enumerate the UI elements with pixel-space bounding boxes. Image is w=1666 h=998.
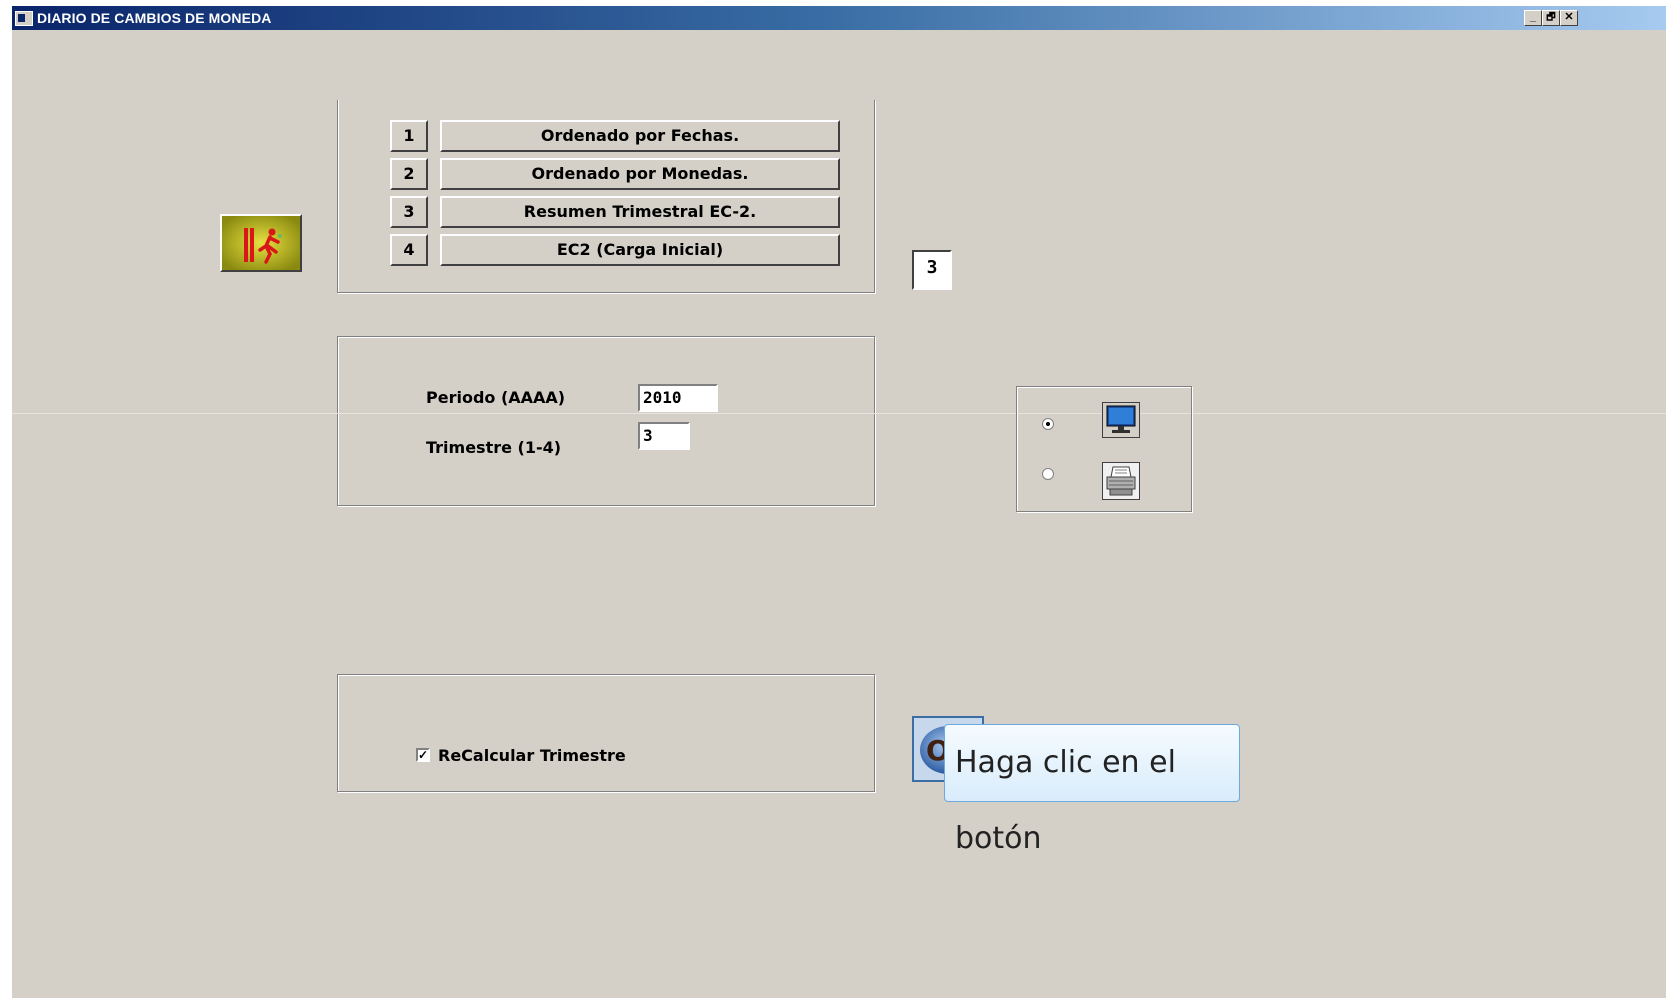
exit-button[interactable] bbox=[220, 214, 302, 272]
exit-door-icon bbox=[222, 216, 300, 270]
divider-line bbox=[12, 413, 1666, 414]
app-icon[interactable] bbox=[15, 11, 33, 26]
report-3-number-button[interactable]: 3 bbox=[390, 196, 428, 228]
trimestre-input[interactable]: 3 bbox=[638, 422, 690, 450]
main-window: DIARIO DE CAMBIOS DE MONEDA _ 🗗 ✕ 1 Orde… bbox=[12, 6, 1666, 998]
periodo-input[interactable]: 2010 bbox=[638, 384, 718, 412]
printer-icon bbox=[1102, 462, 1140, 500]
title-bar[interactable]: DIARIO DE CAMBIOS DE MONEDA _ 🗗 ✕ bbox=[12, 6, 1666, 30]
output-printer-radio[interactable] bbox=[1042, 468, 1054, 480]
periodo-label: Periodo (AAAA) bbox=[426, 388, 566, 407]
recalc-label: ReCalcular Trimestre bbox=[438, 746, 626, 765]
restore-button[interactable]: 🗗 bbox=[1542, 10, 1560, 26]
report-by-dates-button[interactable]: Ordenado por Fechas. bbox=[440, 120, 840, 152]
report-4-number-button[interactable]: 4 bbox=[390, 234, 428, 266]
report-quarterly-ec2-button[interactable]: Resumen Trimestral EC-2. bbox=[440, 196, 840, 228]
minimize-button[interactable]: _ bbox=[1524, 10, 1542, 26]
period-form-group bbox=[337, 336, 875, 506]
report-ec2-initial-load-button[interactable]: EC2 (Carga Inicial) bbox=[440, 234, 840, 266]
ok-tooltip: Haga clic en el botón bbox=[944, 724, 1240, 856]
recalc-group bbox=[337, 674, 875, 792]
close-button[interactable]: ✕ bbox=[1560, 10, 1578, 26]
report-1-number-button[interactable]: 1 bbox=[390, 120, 428, 152]
report-2-number-button[interactable]: 2 bbox=[390, 158, 428, 190]
output-screen-radio[interactable] bbox=[1042, 418, 1054, 430]
window-title: DIARIO DE CAMBIOS DE MONEDA bbox=[37, 10, 272, 26]
report-by-currencies-button[interactable]: Ordenado por Monedas. bbox=[440, 158, 840, 190]
monitor-icon bbox=[1102, 402, 1140, 438]
selected-option-field[interactable]: 3 bbox=[912, 250, 952, 290]
trimestre-label: Trimestre (1-4) bbox=[426, 438, 562, 457]
recalc-checkbox[interactable]: ✓ bbox=[416, 748, 430, 762]
